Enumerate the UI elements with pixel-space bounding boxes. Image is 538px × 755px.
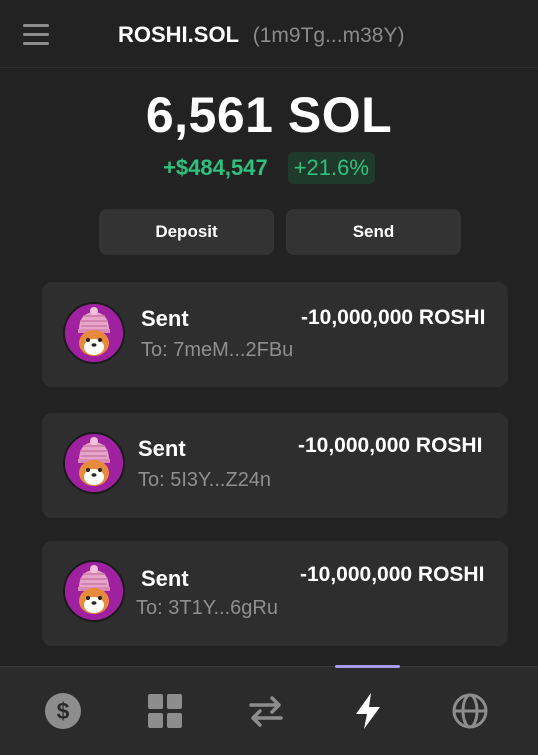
transaction-type: Sent xyxy=(141,566,189,591)
change-usd: +$484,547 xyxy=(163,155,268,180)
dollar-coin-icon: $ xyxy=(45,693,81,729)
nav-browser[interactable] xyxy=(448,689,492,733)
transaction-type: Sent xyxy=(138,436,186,461)
transaction-recipient: To: 7meM...2FBu xyxy=(141,339,294,361)
transaction-amount: -10,000,000 ROSHI xyxy=(301,306,486,329)
top-bar: ROSHI.SOL (1m9Tg...m38Y) xyxy=(0,0,538,68)
svg-text:$: $ xyxy=(57,698,70,724)
wallet-name: ROSHI.SOL xyxy=(118,22,239,47)
change-percent-badge: +21.6% xyxy=(287,152,375,184)
nav-tokens[interactable]: $ xyxy=(41,689,85,733)
bottom-nav: $ xyxy=(0,665,538,755)
deposit-button[interactable]: Deposit xyxy=(99,209,274,255)
transaction-item[interactable]: Sent To: 7meM...2FBu -10,000,000 ROSHI xyxy=(42,282,508,387)
token-avatar-icon xyxy=(63,432,125,494)
nav-collectibles[interactable] xyxy=(143,689,187,733)
globe-icon xyxy=(452,693,488,729)
lightning-icon xyxy=(356,693,380,729)
transaction-amount: -10,000,000 ROSHI xyxy=(300,563,485,586)
nav-swap[interactable] xyxy=(244,689,288,733)
transaction-amount: -10,000,000 ROSHI xyxy=(298,434,483,457)
transaction-item[interactable]: Sent To: 5I3Y...Z24n -10,000,000 ROSHI xyxy=(42,413,508,518)
send-button[interactable]: Send xyxy=(286,209,461,255)
transaction-recipient: To: 3T1Y...6gRu xyxy=(136,597,278,619)
hamburger-menu-icon[interactable] xyxy=(22,22,50,46)
nav-activity[interactable] xyxy=(346,689,390,733)
transaction-recipient: To: 5I3Y...Z24n xyxy=(138,469,272,491)
grid-icon xyxy=(148,694,182,728)
token-avatar-icon xyxy=(63,302,125,364)
balance-change: +$484,547 +21.6% xyxy=(0,152,538,184)
wallet-title[interactable]: ROSHI.SOL (1m9Tg...m38Y) xyxy=(118,22,404,48)
active-tab-indicator xyxy=(335,665,400,668)
swap-arrows-icon xyxy=(249,696,283,727)
transaction-type: Sent xyxy=(141,306,189,331)
token-avatar-icon xyxy=(63,560,125,622)
transaction-item[interactable]: Sent To: 3T1Y...6gRu -10,000,000 ROSHI xyxy=(42,541,508,646)
balance-amount: 6,561 SOL xyxy=(145,87,393,143)
wallet-address: (1m9Tg...m38Y) xyxy=(252,24,405,47)
